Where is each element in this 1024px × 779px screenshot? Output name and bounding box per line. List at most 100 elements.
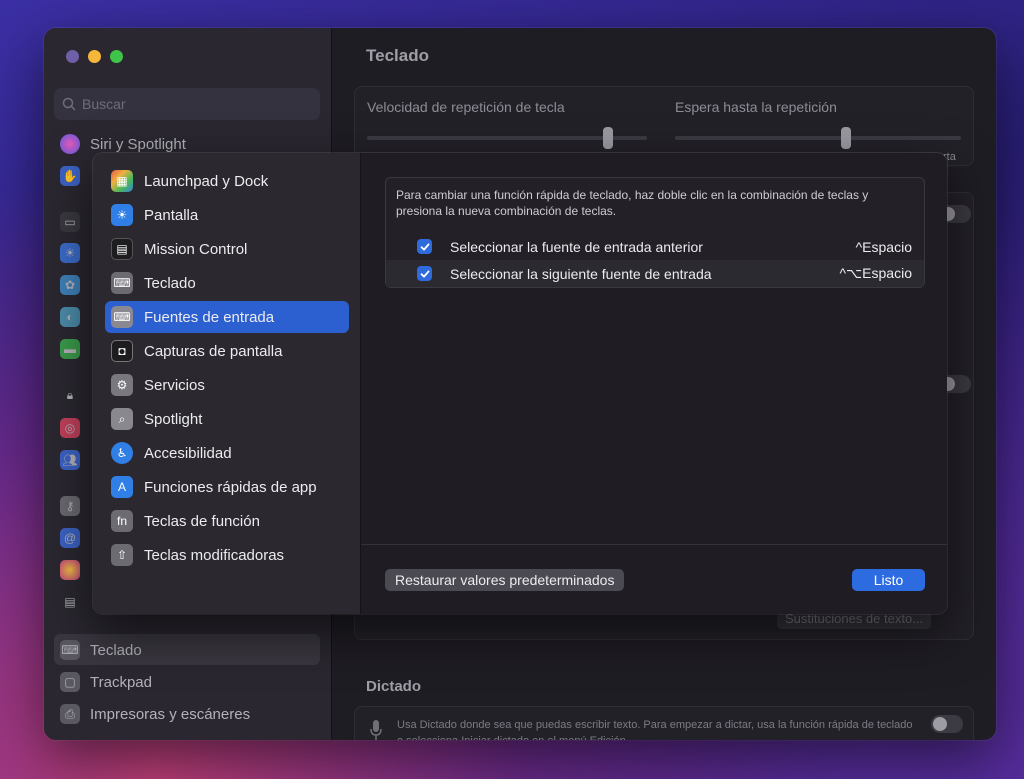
repeat-delay-slider[interactable] [841,127,851,149]
category-modifier-keys[interactable]: ⇧ Teclas modificadoras [105,539,349,571]
sidebar-item-keyboard[interactable]: ⌨ Teclado [60,640,142,660]
printer-icon: ⎙ [60,704,80,724]
sidebar-item-label: Trackpad [90,673,152,691]
shortcut-checkbox[interactable] [417,266,432,281]
dictation-toggle[interactable] [931,715,963,733]
category-keyboard[interactable]: ⌨ Teclado [105,267,349,299]
category-label: Servicios [144,376,205,394]
sidebar-item-touchid[interactable]: ◎ [60,418,90,438]
sidebar-item-printers[interactable]: ⎙ Impresoras y escáneres [60,704,250,724]
key-icon: ⚷ [60,496,80,516]
services-gear-icon: ⚙ [111,374,133,396]
category-accessibility[interactable]: ♿︎ Accesibilidad [105,437,349,469]
fn-key-icon: fn [111,510,133,532]
keyboard-icon: ⌨ [60,640,80,660]
mission-control-icon: ▤ [111,238,133,260]
sidebar-item-wallpaper[interactable]: ✿ [60,275,90,295]
sidebar-item-passwords[interactable]: ⚷ [60,496,90,516]
dictation-panel: Usa Dictado donde sea que puedas escribi… [354,706,974,740]
category-label: Mission Control [144,240,248,258]
category-display[interactable]: ☀ Pantalla [105,199,349,231]
microphone-icon [370,720,382,740]
page-title: Teclado [366,46,429,65]
sidebar-item-displays[interactable]: ☀ [60,243,90,263]
siri-icon [60,134,80,154]
category-mission-control[interactable]: ▤ Mission Control [105,233,349,265]
minimize-button[interactable] [88,50,101,63]
sidebar-item-label: Siri y Spotlight [90,135,186,153]
shortcuts-sheet: ▦ Launchpad y Dock ☀ Pantalla ▤ Mission … [93,153,947,614]
category-label: Spotlight [144,410,203,428]
checkmark-icon [420,270,429,277]
shortcut-checkbox[interactable] [417,239,432,254]
category-screenshots[interactable]: ◘ Capturas de pantalla [105,335,349,367]
app-store-icon: A [111,476,133,498]
repeat-delay-label: Espera hasta la repetición [675,99,837,115]
search-placeholder: Buscar [82,96,126,112]
dictation-description: Usa Dictado donde sea que puedas escribi… [397,719,913,740]
users-icon: 👥︎ [60,450,80,470]
wallpaper-icon: ✿ [60,275,80,295]
modifier-keys-icon: ⇧ [111,544,133,566]
category-spotlight[interactable]: ⌕ Spotlight [105,403,349,435]
window-controls [66,50,123,63]
category-label: Pantalla [144,206,199,224]
category-function-keys[interactable]: fn Teclas de función [105,505,349,537]
shortcut-categories: ▦ Launchpad y Dock ☀ Pantalla ▤ Mission … [93,153,361,614]
sidebar-item-lock[interactable]: 🔒︎ [60,385,90,405]
sidebar-item-label: Teclado [90,641,142,659]
category-app-shortcuts[interactable]: A Funciones rápidas de app [105,471,349,503]
footer-divider [361,544,947,545]
sidebar-item-users[interactable]: 👥︎ [60,450,90,470]
repeat-speed-label: Velocidad de repetición de tecla [367,99,565,115]
search-field[interactable]: Buscar [54,88,320,120]
category-label: Funciones rápidas de app [144,478,317,496]
game-center-icon [60,560,80,580]
sidebar-item-label: Impresoras y escáneres [90,705,251,723]
category-services[interactable]: ⚙ Servicios [105,369,349,401]
zoom-button[interactable] [110,50,123,63]
shortcut-keys[interactable]: ^Espacio [856,239,912,255]
category-launchpad[interactable]: ▦ Launchpad y Dock [105,165,349,197]
sidebar-item-internet-accounts[interactable]: @ [60,528,90,548]
sidebar-item-game-center[interactable] [60,560,90,580]
screensaver-icon: ◐ [60,307,80,327]
sun-icon: ☀ [60,243,80,263]
category-label: Fuentes de entrada [144,308,275,326]
spotlight-icon: ⌕ [111,408,133,430]
close-button[interactable] [66,50,79,63]
sidebar-item-privacy[interactable]: ✋ [60,166,90,186]
accessibility-icon: ♿︎ [111,442,133,464]
battery-icon: ▬ [60,339,80,359]
sidebar-item-siri[interactable]: Siri y Spotlight [60,134,186,154]
checkmark-icon [420,243,429,250]
shortcuts-box: Para cambiar una función rápida de tecla… [385,177,925,288]
sidebar-item-battery[interactable]: ▬ [60,339,90,359]
shortcut-keys[interactable]: ^⌥Espacio [839,265,912,282]
wallet-icon: ▤ [60,592,80,612]
category-label: Capturas de pantalla [144,342,283,360]
display-icon: ☀ [111,204,133,226]
shortcut-row[interactable]: Seleccionar la fuente de entrada anterio… [386,233,924,260]
category-label: Teclas de función [144,512,260,530]
hand-icon: ✋ [60,166,80,186]
sidebar-item-desktop[interactable]: ▭ [60,212,90,232]
sidebar-item-screensaver[interactable]: ◐ [60,307,90,327]
input-sources-icon: ⌨ [111,306,133,328]
screenshot-icon: ◘ [111,340,133,362]
lock-icon: 🔒︎ [60,385,80,405]
repeat-delay-track[interactable] [675,136,961,140]
category-input-sources[interactable]: ⌨ Fuentes de entrada [105,301,349,333]
shortcut-label: Seleccionar la siguiente fuente de entra… [450,265,712,282]
sidebar-item-trackpad[interactable]: ▢ Trackpad [60,672,152,692]
launchpad-icon: ▦ [111,170,133,192]
keyboard-icon: ⌨ [111,272,133,294]
at-icon: @ [60,528,80,548]
category-label: Teclado [144,274,196,292]
sidebar-item-wallet[interactable]: ▤ [60,592,90,612]
restore-defaults-button[interactable]: Restaurar valores predeterminados [385,569,625,591]
repeat-speed-slider[interactable] [603,127,613,149]
fingerprint-icon: ◎ [60,418,80,438]
shortcut-row[interactable]: Seleccionar la siguiente fuente de entra… [386,260,924,287]
done-button[interactable]: Listo [852,569,925,591]
